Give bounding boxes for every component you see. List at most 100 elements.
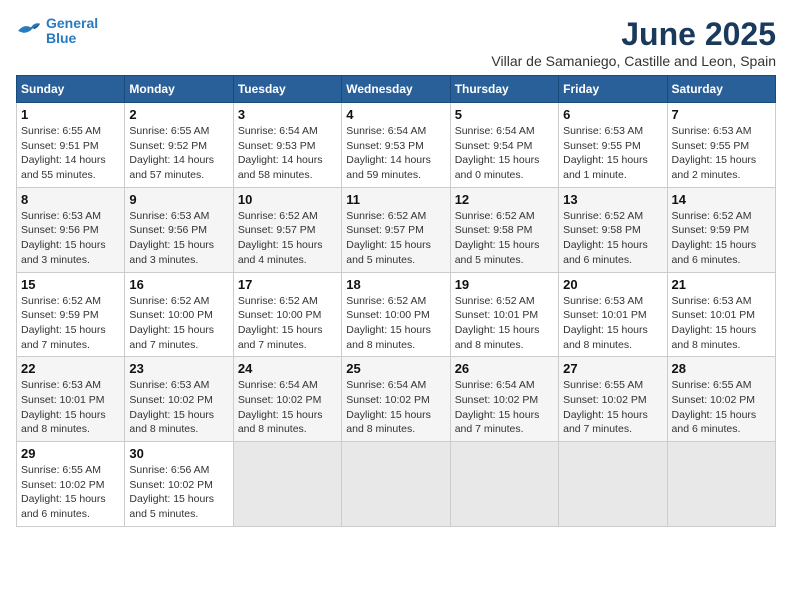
day-detail: Sunrise: 6:55 AM Sunset: 10:02 PM Daylig…	[672, 378, 771, 437]
day-number: 19	[455, 277, 554, 292]
day-detail: Sunrise: 6:52 AM Sunset: 10:00 PM Daylig…	[238, 294, 337, 353]
day-number: 24	[238, 361, 337, 376]
day-header-thursday: Thursday	[450, 76, 558, 103]
calendar-cell: 29 Sunrise: 6:55 AM Sunset: 10:02 PM Dayl…	[17, 442, 125, 527]
day-number: 21	[672, 277, 771, 292]
calendar-cell: 1Sunrise: 6:55 AM Sunset: 9:51 PM Daylig…	[17, 103, 125, 188]
day-header-sunday: Sunday	[17, 76, 125, 103]
calendar-cell: 19 Sunrise: 6:52 AM Sunset: 10:01 PM Dayl…	[450, 272, 558, 357]
logo-line1: General	[46, 15, 98, 31]
day-detail: Sunrise: 6:53 AM Sunset: 10:01 PM Daylig…	[563, 294, 662, 353]
calendar-cell	[559, 442, 667, 527]
page-header: General Blue June 2025 Villar de Samanie…	[16, 16, 776, 69]
day-detail: Sunrise: 6:53 AM Sunset: 10:02 PM Daylig…	[129, 378, 228, 437]
day-detail: Sunrise: 6:55 AM Sunset: 10:02 PM Daylig…	[563, 378, 662, 437]
day-number: 6	[563, 107, 662, 122]
month-title: June 2025	[491, 16, 776, 53]
day-number: 25	[346, 361, 445, 376]
location-subtitle: Villar de Samaniego, Castille and Leon, …	[491, 53, 776, 69]
day-detail: Sunrise: 6:52 AM Sunset: 9:59 PM Dayligh…	[21, 294, 120, 353]
day-number: 20	[563, 277, 662, 292]
header-row: SundayMondayTuesdayWednesdayThursdayFrid…	[17, 76, 776, 103]
logo: General Blue	[16, 16, 98, 47]
calendar-cell: 26Sunrise: 6:54 AM Sunset: 10:02 PM Dayl…	[450, 357, 558, 442]
day-header-friday: Friday	[559, 76, 667, 103]
calendar-cell: 24 Sunrise: 6:54 AM Sunset: 10:02 PM Dayl…	[233, 357, 341, 442]
calendar-cell: 27 Sunrise: 6:55 AM Sunset: 10:02 PM Dayl…	[559, 357, 667, 442]
day-detail: Sunrise: 6:53 AM Sunset: 9:56 PM Dayligh…	[21, 209, 120, 268]
calendar-cell: 6Sunrise: 6:53 AM Sunset: 9:55 PM Daylig…	[559, 103, 667, 188]
calendar-cell: 12 Sunrise: 6:52 AM Sunset: 9:58 PM Dayli…	[450, 187, 558, 272]
calendar-header: SundayMondayTuesdayWednesdayThursdayFrid…	[17, 76, 776, 103]
calendar-cell: 23 Sunrise: 6:53 AM Sunset: 10:02 PM Dayl…	[125, 357, 233, 442]
day-number: 30	[129, 446, 228, 461]
day-number: 22	[21, 361, 120, 376]
calendar-week-3: 15 Sunrise: 6:52 AM Sunset: 9:59 PM Dayli…	[17, 272, 776, 357]
day-number: 28	[672, 361, 771, 376]
calendar-cell: 30Sunrise: 6:56 AM Sunset: 10:02 PM Dayl…	[125, 442, 233, 527]
day-number: 5	[455, 107, 554, 122]
day-number: 17	[238, 277, 337, 292]
day-header-saturday: Saturday	[667, 76, 775, 103]
day-number: 14	[672, 192, 771, 207]
calendar-cell: 17 Sunrise: 6:52 AM Sunset: 10:00 PM Dayl…	[233, 272, 341, 357]
calendar-cell: 28 Sunrise: 6:55 AM Sunset: 10:02 PM Dayl…	[667, 357, 775, 442]
day-number: 15	[21, 277, 120, 292]
day-number: 16	[129, 277, 228, 292]
day-detail: Sunrise: 6:54 AM Sunset: 10:02 PM Daylig…	[455, 378, 554, 437]
day-number: 23	[129, 361, 228, 376]
calendar-cell	[233, 442, 341, 527]
calendar-cell: 9Sunrise: 6:53 AM Sunset: 9:56 PM Daylig…	[125, 187, 233, 272]
day-detail: Sunrise: 6:54 AM Sunset: 10:02 PM Daylig…	[238, 378, 337, 437]
day-number: 8	[21, 192, 120, 207]
day-detail: Sunrise: 6:55 AM Sunset: 9:52 PM Dayligh…	[129, 124, 228, 183]
calendar-cell: 3 Sunrise: 6:54 AM Sunset: 9:53 PM Daylig…	[233, 103, 341, 188]
day-header-tuesday: Tuesday	[233, 76, 341, 103]
day-number: 29	[21, 446, 120, 461]
calendar-week-4: 22Sunrise: 6:53 AM Sunset: 10:01 PM Dayl…	[17, 357, 776, 442]
calendar-cell: 4 Sunrise: 6:54 AM Sunset: 9:53 PM Daylig…	[342, 103, 450, 188]
calendar-cell: 2 Sunrise: 6:55 AM Sunset: 9:52 PM Daylig…	[125, 103, 233, 188]
calendar-cell: 16Sunrise: 6:52 AM Sunset: 10:00 PM Dayl…	[125, 272, 233, 357]
calendar-table: SundayMondayTuesdayWednesdayThursdayFrid…	[16, 75, 776, 527]
day-detail: Sunrise: 6:54 AM Sunset: 9:53 PM Dayligh…	[238, 124, 337, 183]
calendar-cell: 18Sunrise: 6:52 AM Sunset: 10:00 PM Dayl…	[342, 272, 450, 357]
calendar-cell	[450, 442, 558, 527]
day-number: 12	[455, 192, 554, 207]
calendar-cell	[667, 442, 775, 527]
calendar-cell: 10Sunrise: 6:52 AM Sunset: 9:57 PM Dayli…	[233, 187, 341, 272]
calendar-cell: 14Sunrise: 6:52 AM Sunset: 9:59 PM Dayli…	[667, 187, 775, 272]
day-detail: Sunrise: 6:54 AM Sunset: 9:54 PM Dayligh…	[455, 124, 554, 183]
day-detail: Sunrise: 6:55 AM Sunset: 9:51 PM Dayligh…	[21, 124, 120, 183]
calendar-cell: 22Sunrise: 6:53 AM Sunset: 10:01 PM Dayl…	[17, 357, 125, 442]
day-detail: Sunrise: 6:53 AM Sunset: 10:01 PM Daylig…	[672, 294, 771, 353]
day-number: 3	[238, 107, 337, 122]
day-detail: Sunrise: 6:52 AM Sunset: 9:57 PM Dayligh…	[238, 209, 337, 268]
day-number: 27	[563, 361, 662, 376]
day-number: 2	[129, 107, 228, 122]
calendar-cell: 8 Sunrise: 6:53 AM Sunset: 9:56 PM Daylig…	[17, 187, 125, 272]
calendar-cell: 15 Sunrise: 6:52 AM Sunset: 9:59 PM Dayli…	[17, 272, 125, 357]
day-number: 4	[346, 107, 445, 122]
calendar-cell: 7Sunrise: 6:53 AM Sunset: 9:55 PM Daylig…	[667, 103, 775, 188]
day-number: 18	[346, 277, 445, 292]
calendar-week-1: 1Sunrise: 6:55 AM Sunset: 9:51 PM Daylig…	[17, 103, 776, 188]
calendar-cell: 25 Sunrise: 6:54 AM Sunset: 10:02 PM Dayl…	[342, 357, 450, 442]
day-detail: Sunrise: 6:52 AM Sunset: 10:01 PM Daylig…	[455, 294, 554, 353]
calendar-body: 1Sunrise: 6:55 AM Sunset: 9:51 PM Daylig…	[17, 103, 776, 527]
day-detail: Sunrise: 6:53 AM Sunset: 9:55 PM Dayligh…	[672, 124, 771, 183]
calendar-cell	[342, 442, 450, 527]
logo-line2: Blue	[46, 30, 76, 46]
calendar-week-2: 8 Sunrise: 6:53 AM Sunset: 9:56 PM Daylig…	[17, 187, 776, 272]
day-detail: Sunrise: 6:54 AM Sunset: 10:02 PM Daylig…	[346, 378, 445, 437]
calendar-cell: 21 Sunrise: 6:53 AM Sunset: 10:01 PM Dayl…	[667, 272, 775, 357]
day-detail: Sunrise: 6:52 AM Sunset: 9:58 PM Dayligh…	[563, 209, 662, 268]
day-header-monday: Monday	[125, 76, 233, 103]
day-number: 11	[346, 192, 445, 207]
day-detail: Sunrise: 6:55 AM Sunset: 10:02 PM Daylig…	[21, 463, 120, 522]
day-detail: Sunrise: 6:52 AM Sunset: 9:58 PM Dayligh…	[455, 209, 554, 268]
title-area: June 2025 Villar de Samaniego, Castille …	[491, 16, 776, 69]
day-detail: Sunrise: 6:53 AM Sunset: 9:56 PM Dayligh…	[129, 209, 228, 268]
day-detail: Sunrise: 6:54 AM Sunset: 9:53 PM Dayligh…	[346, 124, 445, 183]
calendar-cell: 5 Sunrise: 6:54 AM Sunset: 9:54 PM Daylig…	[450, 103, 558, 188]
